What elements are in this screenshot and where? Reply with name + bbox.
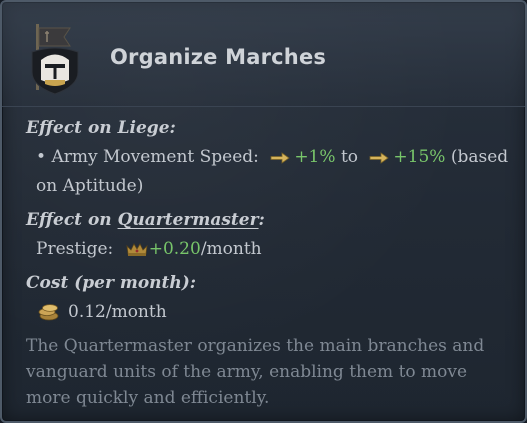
prestige-line: Prestige: +0.20/month <box>26 235 516 264</box>
prestige-label: Prestige: <box>36 239 114 259</box>
quartermaster-link[interactable]: Quartermaster <box>118 210 259 230</box>
liege-effect-header: Effect on Liege: <box>26 118 176 138</box>
movement-speed-max: +15% <box>393 147 446 167</box>
arrow-right-icon <box>270 152 291 164</box>
cost-line: 0.12/month <box>26 298 516 327</box>
movement-speed-min: +1% <box>294 147 336 167</box>
tooltip-header: Organize Marches <box>2 2 525 107</box>
task-tooltip: Organize Marches Effect on Liege: • Army… <box>0 0 527 423</box>
bullet: • <box>36 147 47 167</box>
header-suffix: : <box>258 210 265 230</box>
arrow-right-icon <box>370 152 390 164</box>
movement-speed-label: Army Movement Speed: <box>51 147 259 167</box>
cost-value: 0.12/month <box>68 302 167 322</box>
to-word: to <box>340 147 359 167</box>
cost-header: Cost (per month): <box>26 273 197 293</box>
gold-coins-icon <box>38 304 59 321</box>
tooltip-body: Effect on Liege: • Army Movement Speed: … <box>26 114 516 411</box>
crown-icon <box>126 243 148 256</box>
banner-helmet-icon <box>31 24 79 95</box>
movement-speed-line: • Army Movement Speed: +1% to +15% (base… <box>26 143 516 201</box>
prestige-per-month: /month <box>200 239 262 259</box>
header-prefix: Effect on <box>26 210 118 230</box>
quartermaster-effect-header: Effect on Quartermaster: <box>26 206 516 235</box>
task-title: Organize Marches <box>110 45 327 69</box>
task-description: The Quartermaster organizes the main bra… <box>26 336 485 408</box>
prestige-value: +0.20 <box>148 239 201 259</box>
